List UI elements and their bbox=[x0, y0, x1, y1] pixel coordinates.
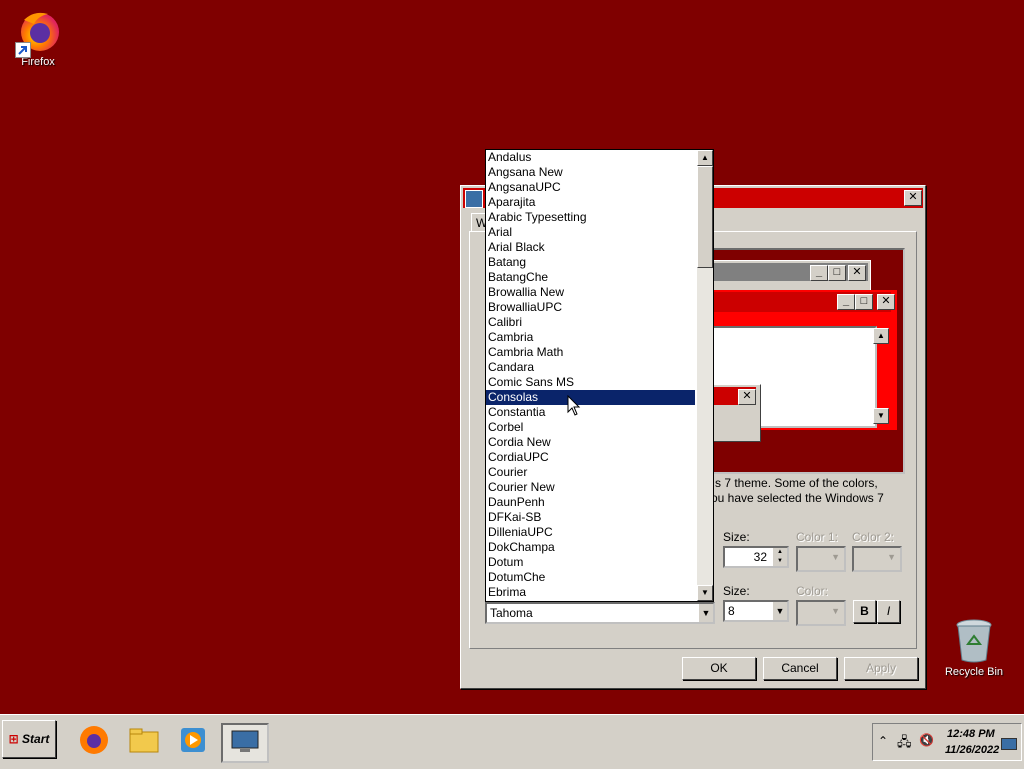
spin-down-icon[interactable]: ▼ bbox=[773, 557, 787, 566]
font-list-item[interactable]: DaunPenh bbox=[486, 495, 695, 510]
font-list-item[interactable]: Arial Black bbox=[486, 240, 695, 255]
desktop-icon-firefox[interactable]: Firefox bbox=[3, 6, 73, 68]
spin-up-icon[interactable]: ▲ bbox=[773, 548, 787, 557]
font-size-label: Size: bbox=[723, 584, 750, 598]
ok-button[interactable]: OK bbox=[682, 657, 756, 680]
font-list-item[interactable]: Arabic Typesetting bbox=[486, 210, 695, 225]
maximize-icon: □ bbox=[855, 294, 873, 310]
preview-scroll-up: ▲ bbox=[873, 328, 889, 344]
font-list-item[interactable]: CordiaUPC bbox=[486, 450, 695, 465]
file-explorer-icon[interactable] bbox=[127, 723, 161, 757]
color1-picker[interactable]: ▼ bbox=[796, 546, 846, 572]
italic-button[interactable]: I bbox=[877, 600, 900, 623]
monitor-icon bbox=[231, 730, 259, 752]
font-list-item[interactable]: Batang bbox=[486, 255, 695, 270]
font-list-item[interactable]: Andalus bbox=[486, 150, 695, 165]
font-list-item[interactable]: BrowalliaUPC bbox=[486, 300, 695, 315]
font-list-item[interactable]: DFKai-SB bbox=[486, 510, 695, 525]
media-player-icon[interactable] bbox=[176, 723, 210, 757]
shortcut-arrow-icon bbox=[15, 42, 31, 58]
font-dropdown-list[interactable]: Andalus Angsana New AngsanaUPC Aparajita Ara… bbox=[485, 149, 714, 602]
font-list-item[interactable]: Dotum bbox=[486, 555, 695, 570]
font-list-item[interactable]: Candara bbox=[486, 360, 695, 375]
close-icon: ✕ bbox=[738, 389, 756, 405]
font-list-item[interactable]: AngsanaUPC bbox=[486, 180, 695, 195]
font-list-item[interactable]: Angsana New bbox=[486, 165, 695, 180]
font-list-item[interactable]: Courier bbox=[486, 465, 695, 480]
font-list-item[interactable]: Courier New bbox=[486, 480, 695, 495]
color1-label: Color 1: bbox=[796, 530, 839, 544]
font-size-value: 8 bbox=[728, 604, 735, 618]
font-list-item[interactable]: Arial bbox=[486, 225, 695, 240]
font-list-item[interactable]: Consolas bbox=[486, 390, 695, 405]
apply-button[interactable]: Apply bbox=[844, 657, 918, 680]
minimize-icon: _ bbox=[810, 265, 828, 281]
font-select[interactable]: Tahoma ▼ bbox=[485, 602, 715, 624]
color2-label: Color 2: bbox=[852, 530, 895, 544]
taskbar-display-properties[interactable] bbox=[221, 723, 269, 763]
info-text-line2: ou have selected the Windows 7 bbox=[711, 491, 884, 505]
preview-scroll-down: ▼ bbox=[873, 408, 889, 424]
font-list-item[interactable]: DotumChe bbox=[486, 570, 695, 585]
dropdown-arrow-icon[interactable]: ▼ bbox=[773, 602, 787, 620]
recycle-bin-icon bbox=[956, 619, 992, 663]
font-list-item[interactable]: Constantia bbox=[486, 405, 695, 420]
font-list-item[interactable]: DilleniaUPC bbox=[486, 525, 695, 540]
mouse-cursor-icon bbox=[567, 395, 581, 416]
clock-date[interactable]: 11/26/2022 bbox=[945, 744, 999, 756]
font-list-scrollbar[interactable]: ▲ ▼ bbox=[697, 150, 713, 601]
scroll-thumb[interactable] bbox=[697, 166, 713, 268]
minimize-icon: _ bbox=[837, 294, 855, 310]
dropdown-arrow-icon: ▼ bbox=[887, 552, 896, 562]
windows-logo-icon: ⊞ bbox=[8, 732, 19, 746]
font-list-item[interactable]: Cambria Math bbox=[486, 345, 695, 360]
font-list-item[interactable]: DokChampa bbox=[486, 540, 695, 555]
font-value: Tahoma bbox=[490, 606, 533, 620]
maximize-icon: □ bbox=[828, 265, 846, 281]
close-icon: ✕ bbox=[877, 294, 895, 310]
close-button[interactable]: ✕ bbox=[904, 190, 922, 206]
font-list-item[interactable]: Corbel bbox=[486, 420, 695, 435]
item-size-value: 32 bbox=[753, 550, 767, 564]
close-icon: ✕ bbox=[848, 265, 866, 281]
desktop-icon-label: Firefox bbox=[21, 56, 55, 68]
font-list-item[interactable]: BatangChe bbox=[486, 270, 695, 285]
dropdown-arrow-icon[interactable]: ▼ bbox=[699, 604, 713, 622]
clock-time[interactable]: 12:48 PM bbox=[947, 728, 995, 740]
font-list-item[interactable]: Cambria bbox=[486, 330, 695, 345]
desktop-icon-recycle-bin[interactable]: Recycle Bin bbox=[939, 618, 1009, 678]
font-list-items: Andalus Angsana New AngsanaUPC Aparajita Ara… bbox=[486, 150, 713, 600]
volume-muted-icon[interactable]: 🔇 bbox=[919, 733, 934, 747]
item-size-input[interactable]: 32 ▲ ▼ bbox=[723, 546, 789, 568]
dropdown-arrow-icon: ▼ bbox=[831, 552, 840, 562]
firefox-taskbar-icon[interactable] bbox=[77, 723, 111, 757]
font-color-picker[interactable]: ▼ bbox=[796, 600, 846, 626]
font-color-label: Color: bbox=[796, 584, 829, 598]
network-icon[interactable]: 🖧 bbox=[897, 733, 912, 755]
bold-button[interactable]: B bbox=[853, 600, 876, 623]
cancel-button[interactable]: Cancel bbox=[763, 657, 837, 680]
font-list-item[interactable]: Comic Sans MS bbox=[486, 375, 695, 390]
font-list-item[interactable]: Cordia New bbox=[486, 435, 695, 450]
font-size-select[interactable]: 8 ▼ bbox=[723, 600, 789, 622]
font-list-item[interactable]: Browallia New bbox=[486, 285, 695, 300]
info-text-line1: s 7 theme. Some of the colors, bbox=[715, 476, 878, 490]
scroll-down-icon[interactable]: ▼ bbox=[697, 585, 713, 601]
dropdown-arrow-icon: ▼ bbox=[831, 606, 840, 616]
monitor-icon bbox=[465, 190, 483, 208]
item-size-label: Size: bbox=[723, 530, 750, 544]
taskbar: ⊞ Start ⌃ 🖧 🔇 12:48 PM 11/26/2022 bbox=[0, 714, 1024, 769]
show-desktop-icon[interactable] bbox=[1001, 738, 1017, 750]
system-tray: ⌃ 🖧 🔇 12:48 PM 11/26/2022 bbox=[872, 723, 1022, 761]
start-label: Start bbox=[22, 732, 50, 746]
desktop-icon-label: Recycle Bin bbox=[944, 666, 1004, 678]
color2-picker[interactable]: ▼ bbox=[852, 546, 902, 572]
font-list-item[interactable]: Aparajita bbox=[486, 195, 695, 210]
show-hidden-icons-icon[interactable]: ⌃ bbox=[878, 734, 888, 748]
start-button[interactable]: ⊞ Start bbox=[2, 720, 56, 758]
scroll-up-icon[interactable]: ▲ bbox=[697, 150, 713, 166]
font-list-item[interactable]: Ebrima bbox=[486, 585, 695, 600]
font-list-item[interactable]: Calibri bbox=[486, 315, 695, 330]
